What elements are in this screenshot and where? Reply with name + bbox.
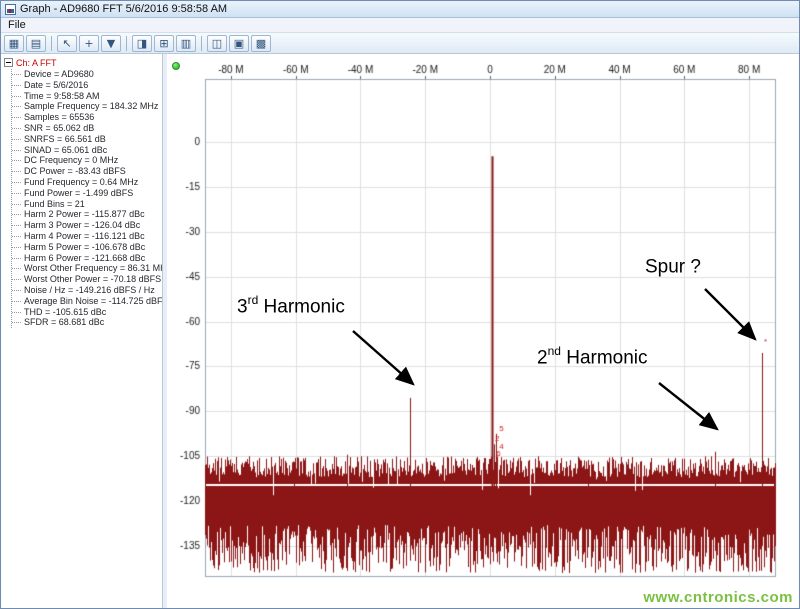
tree-item[interactable]: SINAD = 65.061 dBc (12, 145, 160, 156)
tree-item[interactable]: SNR = 65.062 dB (12, 123, 160, 134)
tree-item[interactable]: Harm 2 Power = -115.877 dBc (12, 209, 160, 220)
tree-item[interactable]: DC Frequency = 0 MHz (12, 155, 160, 166)
toolbar-separator (126, 35, 127, 51)
tree-item[interactable]: Worst Other Power = -70.18 dBFS (12, 274, 161, 285)
watermark: www.cntronics.com (643, 589, 793, 606)
tree-item[interactable]: Harm 5 Power = -106.678 dBc (12, 242, 160, 253)
annotation-spur: Spur ? (645, 256, 701, 278)
tree-items: Device = AD9680 Date = 5/6/2016 Time = 9… (11, 69, 162, 329)
plot-panel: 3rd Harmonic 2nd Harmonic Spur ? www.cnt… (167, 54, 799, 608)
toolbar-button-pointer[interactable]: ↖ (57, 34, 77, 52)
tree-item[interactable]: Time = 9:58:58 AM (12, 91, 160, 102)
tree-item[interactable]: Fund Frequency = 0.64 MHz (12, 177, 160, 188)
tree-item[interactable]: Samples = 65536 (12, 112, 160, 123)
tree-item[interactable]: Harm 3 Power = -126.04 dBc (12, 220, 160, 231)
toolbar-button-data-grid[interactable]: ▤ (26, 34, 46, 52)
toolbar-separator (51, 35, 52, 51)
tree-root-row: Ch: A FFT (4, 57, 160, 68)
tree-item[interactable]: SFDR = 68.681 dBc (12, 317, 160, 328)
tree-item[interactable]: Fund Bins = 21 (12, 199, 160, 210)
window-title: Graph - AD9680 FFT 5/6/2016 9:58:58 AM (20, 3, 228, 15)
tree-item[interactable]: DC Power = -83.43 dBFS (12, 166, 160, 177)
app-window: Graph - AD9680 FFT 5/6/2016 9:58:58 AM F… (0, 0, 800, 609)
toolbar-button-export[interactable]: ◨ (132, 34, 152, 52)
tree-collapse-toggle[interactable] (4, 58, 13, 67)
menu-file[interactable]: File (1, 19, 33, 31)
tree-item[interactable]: SNRFS = 66.561 dB (12, 134, 160, 145)
title-bar: Graph - AD9680 FFT 5/6/2016 9:58:58 AM (1, 1, 799, 18)
tree-item[interactable]: Noise / Hz = -149.216 dBFS / Hz (12, 285, 160, 296)
tree-item[interactable]: Harm 4 Power = -116.121 dBc (12, 231, 160, 242)
toolbar-button-graph-view[interactable]: ▦ (4, 34, 24, 52)
tree-item[interactable]: Average Bin Noise = -114.725 dBFS (12, 296, 162, 307)
tree-item[interactable]: Date = 5/6/2016 (12, 80, 160, 91)
toolbar-button-crosshair[interactable]: + (79, 34, 99, 52)
menu-bar: File (1, 18, 799, 33)
tree-item[interactable]: THD = -105.615 dBc (12, 307, 160, 318)
fft-canvas[interactable] (167, 54, 799, 608)
measurements-tree-panel: Ch: A FFT Device = AD9680 Date = 5/6/201… (1, 54, 163, 608)
toolbar-button-grid-b[interactable]: ▥ (176, 34, 196, 52)
toolbar-button-window-b[interactable]: ▣ (229, 34, 249, 52)
toolbar-button-settings[interactable]: ▩ (251, 34, 271, 52)
app-icon (5, 3, 16, 15)
tree-item[interactable]: Harm 6 Power = -121.668 dBc (12, 253, 160, 264)
status-indicator-icon (172, 62, 180, 70)
tree-item[interactable]: Device = AD9680 (12, 69, 160, 80)
annotation-harmonic3: 3rd Harmonic (237, 293, 345, 318)
toolbar-button-window-a[interactable]: ◫ (207, 34, 227, 52)
annotation-harmonic2: 2nd Harmonic (537, 344, 648, 369)
toolbar-button-grid-a[interactable]: ⊞ (154, 34, 174, 52)
toolbar-separator (201, 35, 202, 51)
toolbar: ▦ ▤ ↖ + ▼ ◨ ⊞ ▥ ◫ ▣ ▩ (1, 33, 799, 54)
toolbar-button-dropdown[interactable]: ▼ (101, 34, 121, 52)
tree-item[interactable]: Sample Frequency = 184.32 MHz (12, 101, 160, 112)
tree-item[interactable]: Fund Power = -1.499 dBFS (12, 188, 160, 199)
content-area: Ch: A FFT Device = AD9680 Date = 5/6/201… (1, 54, 799, 608)
tree-root-label[interactable]: Ch: A FFT (16, 58, 57, 68)
tree-item[interactable]: Worst Other Frequency = 86.31 MHz (12, 263, 162, 274)
